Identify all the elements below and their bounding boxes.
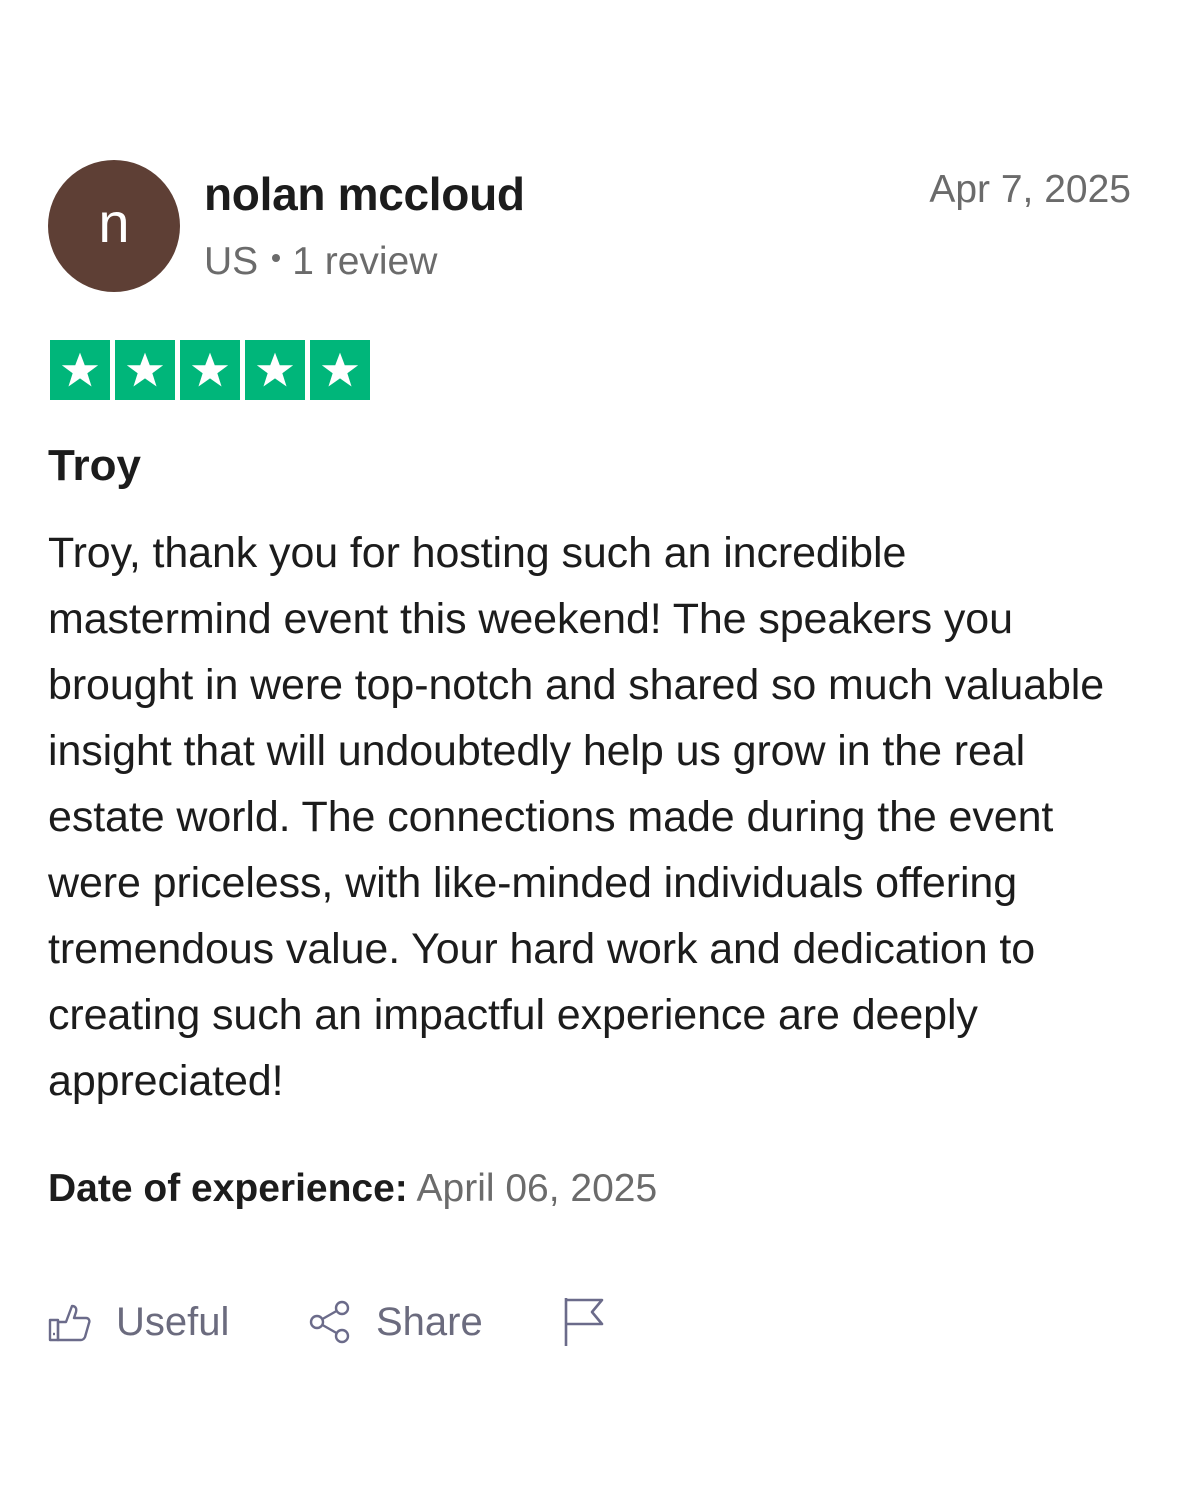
share-label: Share xyxy=(376,1299,483,1344)
share-icon xyxy=(308,1300,352,1344)
star-icon xyxy=(50,340,110,400)
reviewer-country: US xyxy=(204,240,259,283)
star-rating xyxy=(50,340,375,400)
useful-button[interactable]: Useful xyxy=(48,1294,229,1350)
experience-date: April 06, 2025 xyxy=(416,1167,658,1210)
review-card: n nolan mccloud US 1 review Apr 7, 2025 T… xyxy=(48,160,1131,1346)
review-body: Troy, thank you for hosting such an incr… xyxy=(48,529,1105,1105)
review-actions: Useful Share xyxy=(48,1294,748,1350)
star-icon xyxy=(115,340,175,400)
reviewer-review-count: 1 review xyxy=(292,240,438,283)
avatar[interactable]: n xyxy=(48,160,180,292)
useful-label: Useful xyxy=(116,1299,230,1344)
date-of-experience: Date of experience: April 06, 2025 xyxy=(48,1164,657,1214)
flag-icon xyxy=(562,1296,606,1348)
thumbs-up-icon xyxy=(48,1300,92,1344)
star-icon xyxy=(245,340,305,400)
share-button[interactable]: Share xyxy=(308,1294,483,1350)
separator-dot xyxy=(272,253,281,262)
star-icon xyxy=(310,340,370,400)
reviewer-name[interactable]: nolan mccloud xyxy=(204,166,525,222)
star-icon xyxy=(180,340,240,400)
experience-label: Date of experience: xyxy=(48,1167,408,1210)
report-button[interactable] xyxy=(562,1294,606,1350)
reviewer-meta: US 1 review xyxy=(204,238,437,286)
review-title[interactable]: Troy xyxy=(48,438,141,494)
review-header: n nolan mccloud US 1 review Apr 7, 2025 xyxy=(48,160,1131,292)
review-date: Apr 7, 2025 xyxy=(929,168,1131,211)
